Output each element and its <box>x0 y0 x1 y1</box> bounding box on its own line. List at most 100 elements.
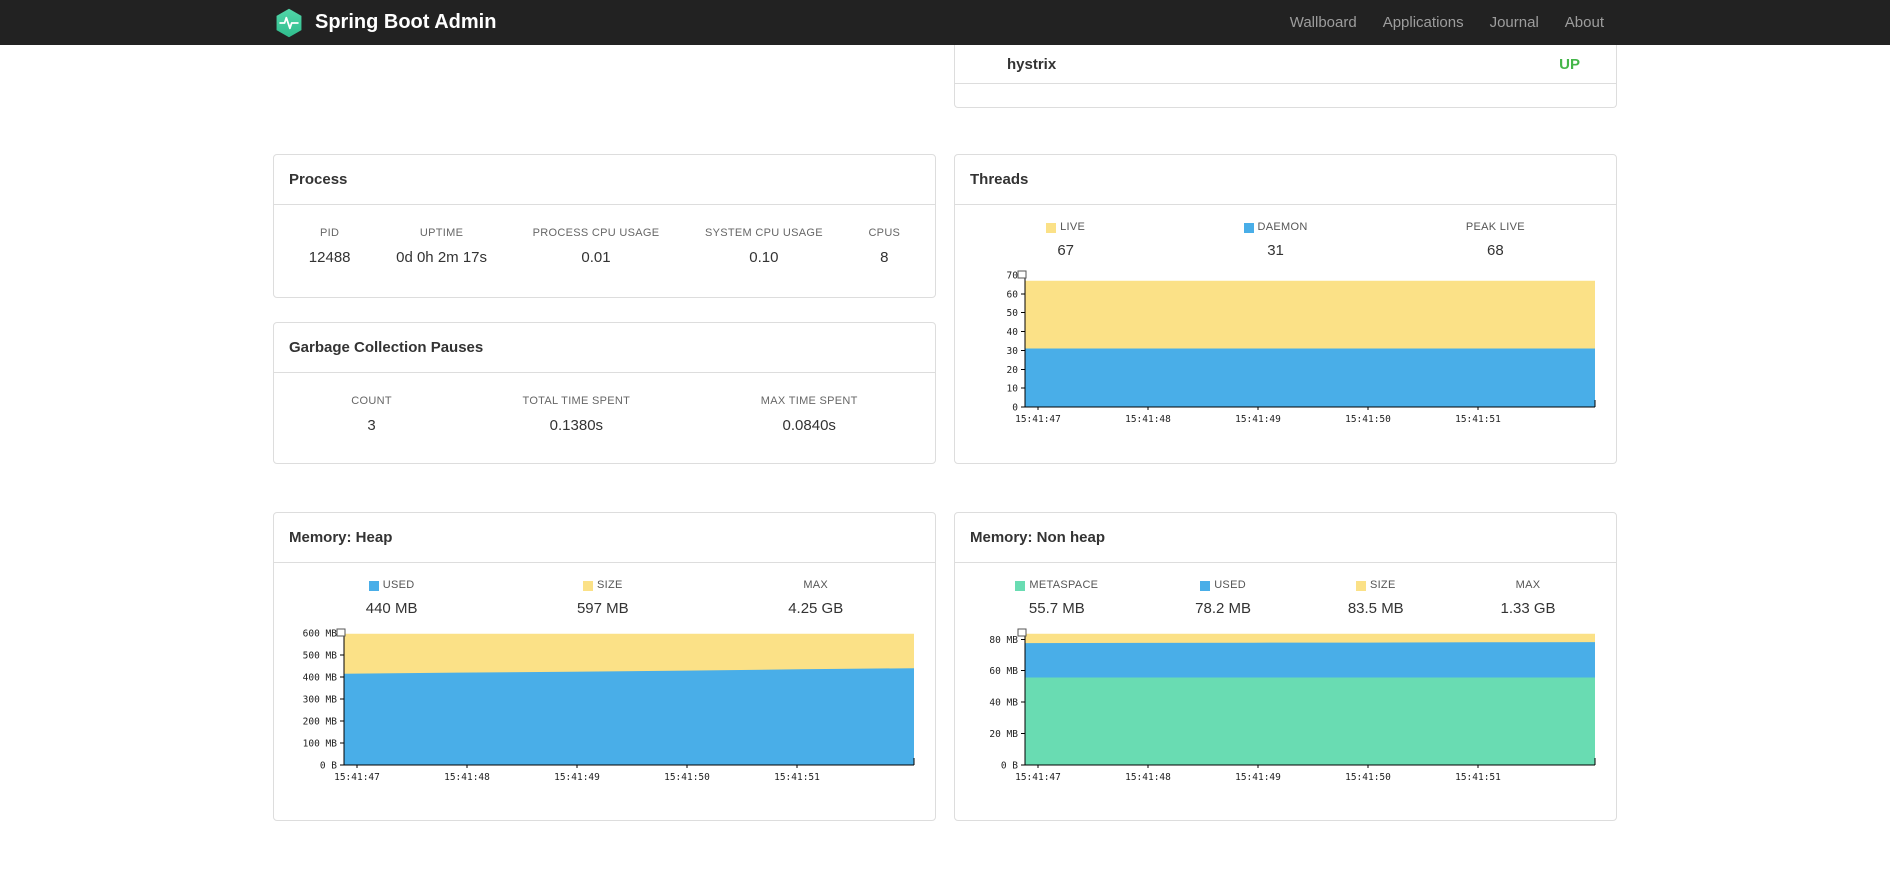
threads-panel: Threads LIVE 67 DAEMON 31 PEAK LIVE 68 7… <box>954 154 1617 464</box>
health-panel: hystrix UP <box>954 45 1617 108</box>
stat-label: PID <box>320 227 340 239</box>
svg-text:15:41:50: 15:41:50 <box>1345 772 1391 783</box>
legend-value: 68 <box>1487 242 1504 259</box>
threads-legend: LIVE 67 DAEMON 31 PEAK LIVE 68 <box>955 205 1616 259</box>
svg-text:15:41:47: 15:41:47 <box>1015 772 1061 783</box>
legend-label-text: LIVE <box>1060 221 1086 233</box>
status-badge: UP <box>1559 56 1580 73</box>
svg-text:15:41:47: 15:41:47 <box>334 772 380 783</box>
legend-swatch-icon <box>1015 580 1026 591</box>
legend-item-daemon: DAEMON 31 <box>1243 221 1308 259</box>
svg-text:15:41:48: 15:41:48 <box>1125 772 1171 783</box>
svg-text:100 MB: 100 MB <box>303 739 338 750</box>
stat-label: PROCESS CPU USAGE <box>532 227 660 239</box>
process-panel-title: Process <box>274 155 935 205</box>
legend-label: LIVE <box>1046 221 1085 234</box>
svg-text:40 MB: 40 MB <box>989 698 1018 709</box>
right-column: hystrix UP Threads LIVE 67 DAEMON 31 PEA… <box>954 45 1617 821</box>
svg-text:60: 60 <box>1007 289 1019 300</box>
navbar: Spring Boot Admin Wallboard Applications… <box>0 0 1890 45</box>
stat-value: 0.10 <box>749 249 779 266</box>
page: Spring Boot Admin Wallboard Applications… <box>0 0 1890 892</box>
legend-value: 31 <box>1267 242 1284 259</box>
svg-text:15:41:48: 15:41:48 <box>444 772 490 783</box>
stat-label: COUNT <box>351 395 392 407</box>
legend-label-text: PEAK LIVE <box>1465 221 1525 233</box>
heap-chart-wrap: 600 MB 500 MB 400 MB 300 MB 200 MB 100 MB 0 B1… <box>274 617 935 795</box>
stat-label: SYSTEM CPU USAGE <box>704 227 823 239</box>
stat-pid: PID 12488 <box>309 227 351 266</box>
gc-panel-title: Garbage Collection Pauses <box>274 323 935 373</box>
stat-value: 0.0840s <box>782 417 836 434</box>
legend-value: 440 MB <box>365 600 418 617</box>
stat-label: TOTAL TIME SPENT <box>522 395 631 407</box>
svg-text:600 MB: 600 MB <box>303 629 338 640</box>
legend-value: 83.5 MB <box>1347 600 1404 617</box>
legend-value: 4.25 GB <box>788 600 844 617</box>
navbar-inner: Spring Boot Admin Wallboard Applications… <box>273 0 1617 45</box>
svg-text:60 MB: 60 MB <box>989 666 1018 677</box>
memory-nonheap-panel-title: Memory: Non heap <box>955 513 1616 563</box>
svg-text:15:41:51: 15:41:51 <box>774 772 820 783</box>
legend-swatch-icon <box>582 580 593 591</box>
legend-swatch-icon <box>1200 580 1211 591</box>
brand-title: Spring Boot Admin <box>315 11 497 33</box>
legend-label-text: DAEMON <box>1257 221 1308 233</box>
stat-gc-max-time: MAX TIME SPENT 0.0840s <box>761 395 858 434</box>
legend-value: 597 MB <box>576 600 629 617</box>
nonheap-legend: METASPACE 55.7 MB USED 78.2 MB SIZE 83.5… <box>955 563 1616 617</box>
svg-text:400 MB: 400 MB <box>303 673 338 684</box>
legend-label-text: USED <box>382 579 415 591</box>
nav-link-about[interactable]: About <box>1552 14 1617 31</box>
legend-label: SIZE <box>1348 579 1404 592</box>
legend-swatch-icon <box>1046 222 1057 233</box>
legend-value: 67 <box>1057 242 1075 259</box>
spring-boot-admin-logo-icon <box>276 8 302 37</box>
nav-link-applications[interactable]: Applications <box>1370 14 1477 31</box>
svg-text:300 MB: 300 MB <box>303 695 338 706</box>
stat-uptime: UPTIME 0d 0h 2m 17s <box>396 227 487 266</box>
nonheap-area-chart: 80 MB 60 MB 40 MB 20 MB 0 B15:41:47 15:41:48 1… <box>989 628 1596 783</box>
legend-value: 55.7 MB <box>1028 600 1085 617</box>
legend-label-text: METASPACE <box>1029 579 1099 591</box>
svg-text:200 MB: 200 MB <box>303 717 338 728</box>
stat-process-cpu: PROCESS CPU USAGE 0.01 <box>533 227 660 266</box>
legend-swatch-icon <box>368 580 379 591</box>
svg-text:15:41:48: 15:41:48 <box>1125 414 1171 425</box>
nonheap-chart-wrap: 80 MB 60 MB 40 MB 20 MB 0 B 15:41:47 15:41:48 1… <box>955 617 1616 795</box>
heap-area-chart: 600 MB500 MB400 MB300 MB200 MB100 MB0 B1… <box>303 628 915 783</box>
legend-label: USED <box>1195 579 1251 592</box>
svg-text:15:41:49: 15:41:49 <box>1235 414 1281 425</box>
threads-panel-title: Threads <box>955 155 1616 205</box>
legend-swatch-icon <box>1243 222 1254 233</box>
legend-item-used: USED 78.2 MB <box>1195 579 1251 617</box>
nav-link-journal[interactable]: Journal <box>1477 14 1552 31</box>
stat-system-cpu: SYSTEM CPU USAGE 0.10 <box>705 227 823 266</box>
content: Process PID 12488 UPTIME 0d 0h 2m 17s PR… <box>273 45 1617 821</box>
stat-value: 0d 0h 2m 17s <box>396 249 488 266</box>
nav-link-wallboard[interactable]: Wallboard <box>1277 14 1370 31</box>
threads-area-chart: 70 60 50 40 30 20 10 015:41:47 15:41:48 15:41:49 1… <box>1007 270 1596 425</box>
svg-text:70: 70 <box>1007 271 1019 282</box>
legend-label: DAEMON <box>1243 221 1308 234</box>
svg-text:500 MB: 500 MB <box>303 651 338 662</box>
legend-label: MAX <box>788 579 843 592</box>
nav-links: Wallboard Applications Journal About <box>1277 0 1617 45</box>
svg-text:40: 40 <box>1007 327 1019 338</box>
gc-stats: COUNT 3 TOTAL TIME SPENT 0.1380s MAX TIM… <box>274 373 935 434</box>
legend-value: 78.2 MB <box>1195 600 1252 617</box>
left-column: Process PID 12488 UPTIME 0d 0h 2m 17s PR… <box>273 45 936 821</box>
legend-item-max: MAX 4.25 GB <box>788 579 843 617</box>
stat-gc-total-time: TOTAL TIME SPENT 0.1380s <box>523 395 631 434</box>
legend-label-text: SIZE <box>596 579 623 591</box>
stat-label: UPTIME <box>419 227 464 239</box>
process-stats: PID 12488 UPTIME 0d 0h 2m 17s PROCESS CP… <box>274 205 935 266</box>
legend-label: SIZE <box>577 579 629 592</box>
svg-text:0 B: 0 B <box>320 761 337 772</box>
brand[interactable]: Spring Boot Admin <box>273 7 496 39</box>
legend-item-live: LIVE 67 <box>1046 221 1085 259</box>
svg-text:15:41:47: 15:41:47 <box>1015 414 1061 425</box>
legend-value: 1.33 GB <box>1500 600 1556 617</box>
legend-label-text: USED <box>1214 579 1246 591</box>
stat-gc-count: COUNT 3 <box>351 395 392 434</box>
